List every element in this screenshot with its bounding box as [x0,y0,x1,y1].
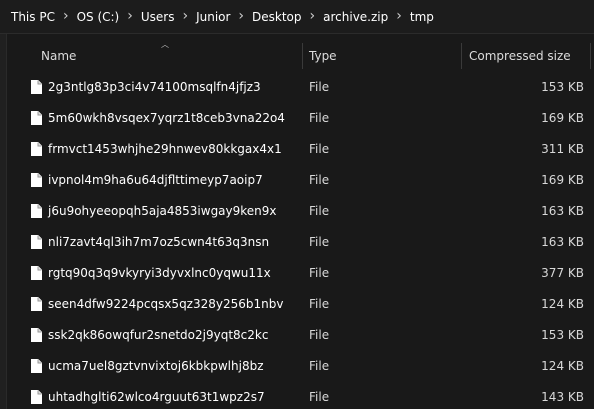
column-divider[interactable] [461,43,462,69]
file-row[interactable]: rgtq90q3q9vkyryi3dyvxlnc0yqwu11x File 377 … [0,258,594,289]
column-divider[interactable] [302,43,303,69]
file-compressed-size: 124 KB [541,359,584,373]
file-icon [31,80,42,94]
column-header-row: ︿ Name Type Compressed size [8,40,594,72]
file-row[interactable]: 2g3ntlg83p3ci4v74100msqlfn4jfjz3 File 153 … [0,72,594,103]
file-compressed-size: 153 KB [541,80,584,94]
column-header-type[interactable]: Type [309,40,337,72]
file-type: File [309,80,330,94]
file-compressed-size: 124 KB [541,297,584,311]
breadcrumb-item-junior[interactable]: Junior [192,10,234,24]
file-compressed-size: 163 KB [541,204,584,218]
column-divider[interactable] [590,43,591,69]
sort-up-icon: ︿ [161,40,169,49]
file-row[interactable]: 5m60wkh8vsqex7yqrz1t8ceb3vna22o4 File 169 … [0,103,594,134]
file-name: j6u9ohyeeopqh5aja4853iwgay9ken9x [48,204,277,218]
file-row[interactable]: uhtadhglti62wlco4rguut63t1wpz2s7 File 143 … [0,382,594,409]
file-icon [31,204,42,218]
file-icon [31,390,42,404]
file-row[interactable]: ssk2qk86owqfur2snetdo2j9yqt8c2kc File 153 … [0,320,594,351]
file-name: uhtadhglti62wlco4rguut63t1wpz2s7 [48,390,265,404]
breadcrumb-item-tmp[interactable]: tmp [406,10,438,24]
file-compressed-size: 143 KB [541,390,584,404]
file-icon [31,142,42,156]
file-name: 5m60wkh8vsqex7yqrz1t8ceb3vna22o4 [48,111,285,125]
file-icon [31,111,42,125]
file-row[interactable]: seen4dfw9224pcqsx5qz328y256b1nbv File 124 … [0,289,594,320]
chevron-right-icon[interactable]: › [123,8,137,24]
file-type: File [309,204,330,218]
file-name: frmvct1453whjhe29hnwev80kkgax4x1 [48,142,282,156]
file-name: 2g3ntlg83p3ci4v74100msqlfn4jfjz3 [48,80,261,94]
file-name: ssk2qk86owqfur2snetdo2j9yqt8c2kc [48,328,269,342]
file-explorer-window: This PC › OS (C:) › Users › Junior › Des… [0,0,594,409]
breadcrumb-item-archive-zip[interactable]: archive.zip [319,10,392,24]
file-compressed-size: 169 KB [541,111,584,125]
column-header-compressed-size[interactable]: Compressed size [469,40,571,72]
file-row[interactable]: ucma7uel8gztvnvixtoj6kbkpwlhj8bz File 124 … [0,351,594,382]
file-icon [31,235,42,249]
file-name: nli7zavt4ql3ih7m7oz5cwn4t63q3nsn [48,235,270,249]
breadcrumb-item-os-c[interactable]: OS (C:) [73,10,124,24]
chevron-right-icon[interactable]: › [234,8,248,24]
file-icon [31,173,42,187]
file-type: File [309,297,330,311]
file-name: seen4dfw9224pcqsx5qz328y256b1nbv [48,297,284,311]
breadcrumb-item-users[interactable]: Users [137,10,179,24]
breadcrumb: This PC › OS (C:) › Users › Junior › Des… [0,0,594,34]
file-row[interactable]: nli7zavt4ql3ih7m7oz5cwn4t63q3nsn File 163 … [0,227,594,258]
file-compressed-size: 169 KB [541,173,584,187]
file-name: rgtq90q3q9vkyryi3dyvxlnc0yqwu11x [48,266,271,280]
file-type: File [309,235,330,249]
chevron-right-icon[interactable]: › [59,8,73,24]
chevron-right-icon[interactable]: › [392,8,406,24]
file-row[interactable]: frmvct1453whjhe29hnwev80kkgax4x1 File 311 … [0,134,594,165]
file-name: ivpnol4m9ha6u64djflttimeyp7aoip7 [48,173,263,187]
chevron-right-icon[interactable]: › [306,8,320,24]
file-row[interactable]: j6u9ohyeeopqh5aja4853iwgay9ken9x File 163 … [0,196,594,227]
file-type: File [309,111,330,125]
file-row[interactable]: ivpnol4m9ha6u64djflttimeyp7aoip7 File 169 … [0,165,594,196]
file-type: File [309,328,330,342]
chevron-right-icon[interactable]: › [178,8,192,24]
file-compressed-size: 163 KB [541,235,584,249]
breadcrumb-item-desktop[interactable]: Desktop [248,10,306,24]
column-header-name[interactable]: Name [41,40,76,72]
file-icon [31,297,42,311]
file-compressed-size: 153 KB [541,328,584,342]
file-type: File [309,359,330,373]
file-type: File [309,390,330,404]
file-icon [31,328,42,342]
file-type: File [309,266,330,280]
file-compressed-size: 377 KB [541,266,584,280]
file-type: File [309,173,330,187]
file-icon [31,359,42,373]
file-compressed-size: 311 KB [541,142,584,156]
file-type: File [309,142,330,156]
breadcrumb-item-this-pc[interactable]: This PC [7,10,59,24]
file-icon [31,266,42,280]
file-name: ucma7uel8gztvnvixtoj6kbkpwlhj8bz [48,359,264,373]
